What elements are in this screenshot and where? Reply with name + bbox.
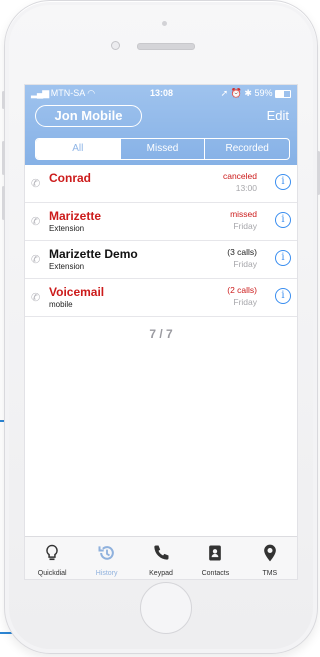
battery-level bbox=[276, 90, 284, 97]
call-history-list: ✆ Conrad canceled 13:00 i ✆ Marizette Ex… bbox=[25, 165, 297, 317]
caller-type: Extension bbox=[49, 224, 85, 233]
call-status: canceled bbox=[222, 171, 257, 181]
info-icon[interactable]: i bbox=[275, 174, 291, 190]
tab-history[interactable]: History bbox=[79, 537, 133, 579]
call-time: 13:00 bbox=[235, 183, 257, 193]
tab-tms[interactable]: TMS bbox=[243, 537, 297, 579]
call-row[interactable]: ✆ Marizette Extension missed Friday i bbox=[25, 203, 297, 241]
app-header: ▂▄▆ MTN-SA ◠ 13:08 ➚ ⏰ ✱ 59% Jon Mobile … bbox=[25, 85, 297, 165]
battery-percent: 59% bbox=[254, 88, 273, 98]
call-row[interactable]: ✆ Voicemail mobile (2 calls) Friday i bbox=[25, 279, 297, 317]
battery-icon bbox=[275, 89, 291, 98]
carrier-name: MTN-SA bbox=[50, 88, 85, 98]
tab-all[interactable]: All bbox=[36, 139, 120, 159]
alarm-icon: ⏰ bbox=[230, 88, 242, 98]
volume-up-button bbox=[2, 141, 5, 175]
phone-call-icon: ✆ bbox=[31, 216, 41, 228]
volume-down-button bbox=[2, 186, 5, 220]
carrier-label: ▂▄▆ MTN-SA ◠ bbox=[31, 88, 95, 99]
tab-label: Contacts bbox=[201, 570, 230, 577]
page-indicator: 7 / 7 bbox=[149, 327, 173, 341]
call-status: (3 calls) bbox=[227, 247, 257, 257]
front-camera bbox=[162, 21, 167, 26]
info-icon[interactable]: i bbox=[275, 250, 291, 266]
wifi-icon: ◠ bbox=[87, 88, 96, 98]
home-button[interactable] bbox=[140, 582, 192, 634]
phone-call-icon: ✆ bbox=[31, 292, 41, 304]
lightbulb-icon bbox=[46, 544, 58, 561]
tab-contacts[interactable]: Contacts bbox=[188, 537, 242, 579]
mute-switch bbox=[2, 91, 5, 109]
tab-label: History bbox=[95, 570, 118, 577]
phone-call-icon: ✆ bbox=[31, 254, 41, 266]
tab-recorded[interactable]: Recorded bbox=[204, 139, 289, 159]
tab-label: TMS bbox=[262, 570, 278, 577]
info-icon[interactable]: i bbox=[275, 288, 291, 304]
phone-icon bbox=[154, 545, 169, 560]
call-time: Friday bbox=[233, 297, 257, 307]
call-row[interactable]: ✆ Conrad canceled 13:00 i bbox=[25, 165, 297, 203]
bluetooth-icon: ✱ bbox=[244, 88, 252, 98]
info-icon[interactable]: i bbox=[275, 212, 291, 228]
tab-quickdial[interactable]: Quickdial bbox=[25, 537, 79, 579]
tab-keypad[interactable]: Keypad bbox=[134, 537, 188, 579]
caller-name: Conrad bbox=[49, 171, 91, 185]
contacts-icon bbox=[209, 545, 222, 561]
edit-button[interactable]: Edit bbox=[267, 108, 289, 123]
caller-name: Marizette Demo bbox=[49, 247, 138, 261]
account-selector-button[interactable]: Jon Mobile bbox=[35, 105, 142, 127]
location-pin-icon bbox=[263, 544, 276, 562]
phone-call-icon: ✆ bbox=[31, 178, 41, 190]
proximity-sensor bbox=[111, 41, 120, 50]
tab-label: Keypad bbox=[149, 570, 173, 577]
caller-name: Marizette bbox=[49, 209, 102, 223]
location-icon: ➚ bbox=[220, 88, 229, 98]
tab-label: Quickdial bbox=[37, 570, 67, 577]
caller-type: Extension bbox=[49, 262, 85, 271]
caller-name: Voicemail bbox=[49, 285, 105, 299]
status-right: ➚ ⏰ ✱ 59% bbox=[221, 88, 291, 99]
earpiece-speaker bbox=[137, 43, 195, 50]
call-status: (2 calls) bbox=[227, 285, 257, 295]
call-time: Friday bbox=[233, 221, 257, 231]
call-row[interactable]: ✆ Marizette Demo Extension (3 calls) Fri… bbox=[25, 241, 297, 279]
caller-type: mobile bbox=[49, 300, 73, 309]
app-screen: ▂▄▆ MTN-SA ◠ 13:08 ➚ ⏰ ✱ 59% Jon Mobile … bbox=[24, 84, 298, 580]
filter-segmented-control: All Missed Recorded bbox=[35, 138, 290, 160]
bottom-tab-bar: Quickdial History Keypad Contacts TMS bbox=[25, 536, 297, 579]
signal-icon: ▂▄▆ bbox=[31, 88, 49, 98]
status-time: 13:08 bbox=[150, 88, 174, 98]
status-bar: ▂▄▆ MTN-SA ◠ 13:08 ➚ ⏰ ✱ 59% bbox=[25, 85, 297, 101]
tab-missed[interactable]: Missed bbox=[119, 139, 205, 159]
history-icon bbox=[98, 546, 114, 560]
call-status: missed bbox=[230, 209, 257, 219]
call-time: Friday bbox=[233, 259, 257, 269]
